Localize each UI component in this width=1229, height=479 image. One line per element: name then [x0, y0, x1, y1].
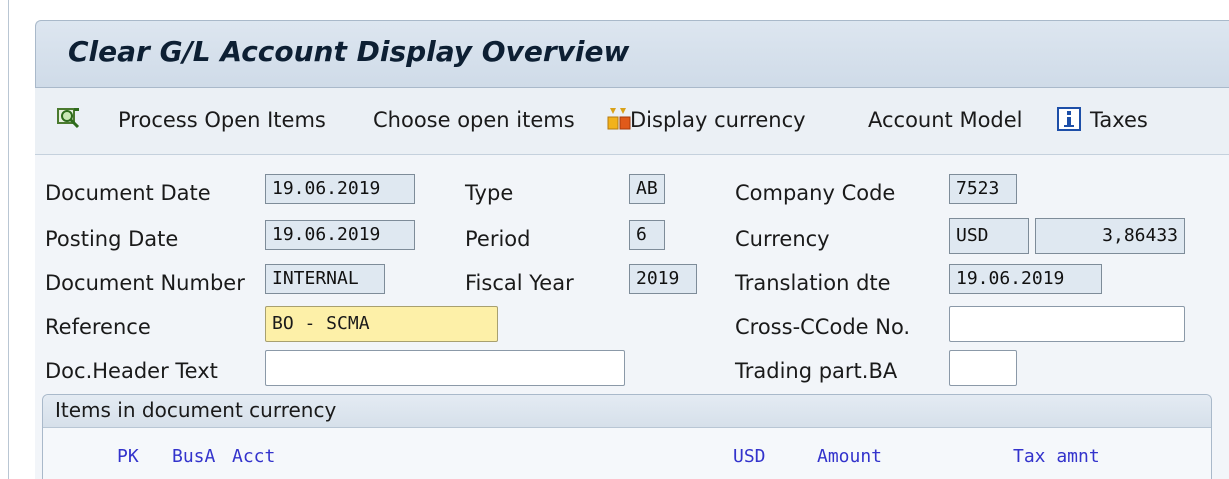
document-number-label: Document Number [45, 271, 245, 295]
currency-field: USD [949, 218, 1029, 254]
column-header-pk[interactable]: PK [117, 446, 139, 467]
items-panel-title: Items in document currency [55, 398, 337, 422]
currency-label: Currency [735, 227, 830, 251]
trading-part-ba-input[interactable] [949, 350, 1017, 386]
translation-date-label: Translation dte [735, 271, 891, 295]
choose-open-items-button[interactable]: Choose open items [373, 108, 575, 132]
title-bar: Clear G/L Account Display Overview [35, 20, 1229, 88]
trading-part-ba-label: Trading part.BA [735, 359, 898, 383]
cross-ccode-no-input[interactable] [949, 306, 1185, 342]
posting-date-label: Posting Date [45, 227, 179, 251]
fiscal-year-field: 2019 [629, 264, 697, 294]
items-panel-header: Items in document currency [43, 395, 1211, 428]
reference-input[interactable]: BO - SCMA [265, 306, 498, 342]
document-number-field: INTERNAL [265, 264, 385, 294]
column-header-tax-amount[interactable]: Tax amnt [1013, 446, 1100, 467]
period-field: 6 [629, 220, 665, 250]
fiscal-year-label: Fiscal Year [465, 271, 574, 295]
page-title: Clear G/L Account Display Overview [68, 35, 630, 68]
doc-header-text-label: Doc.Header Text [45, 359, 218, 383]
posting-date-field: 19.06.2019 [265, 220, 415, 250]
doc-header-text-input[interactable] [265, 350, 625, 386]
type-field: AB [629, 174, 665, 204]
column-header-amount[interactable]: Amount [817, 446, 882, 467]
type-label: Type [465, 181, 514, 205]
info-icon [1057, 107, 1081, 131]
taxes-button[interactable]: Taxes [1090, 108, 1148, 132]
company-code-label: Company Code [735, 181, 896, 205]
column-header-acct[interactable]: Acct [232, 446, 275, 467]
period-label: Period [465, 227, 531, 251]
reference-label: Reference [45, 315, 151, 339]
column-header-busa[interactable]: BusA [172, 446, 215, 467]
display-currency-button[interactable]: Display currency [630, 108, 806, 132]
document-date-label: Document Date [45, 181, 211, 205]
account-model-button[interactable]: Account Model [868, 108, 1023, 132]
process-open-items-button[interactable]: Process Open Items [118, 108, 326, 132]
exchange-rate-field: 3,86433 [1035, 218, 1185, 254]
translation-date-field: 19.06.2019 [949, 264, 1102, 294]
display-currency-icon [607, 106, 631, 132]
document-date-field: 19.06.2019 [265, 174, 415, 204]
cross-ccode-no-label: Cross-CCode No. [735, 315, 911, 339]
magnifier-icon[interactable] [56, 106, 82, 132]
company-code-field: 7523 [949, 174, 1017, 204]
column-header-currency[interactable]: USD [733, 446, 766, 467]
